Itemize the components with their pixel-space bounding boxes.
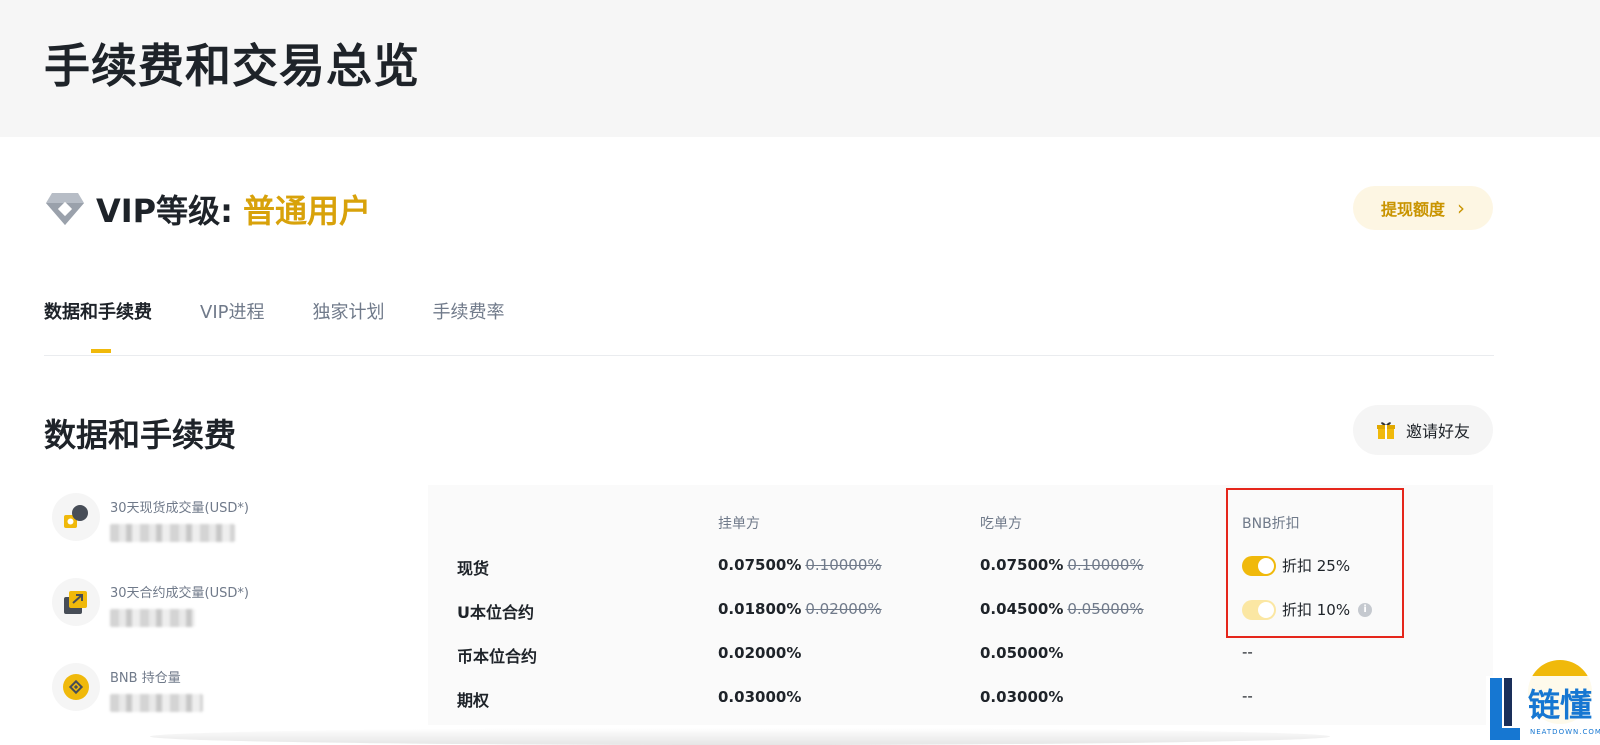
taker-rate: 0.04500% 0.05000%: [980, 600, 1144, 618]
bnb-icon: [52, 663, 100, 711]
maker-rate: 0.03000%: [718, 688, 802, 706]
current-rate: 0.01800%: [718, 600, 802, 618]
page-title: 手续费和交易总览: [44, 39, 420, 93]
vip-level-label: VIP等级:: [96, 192, 233, 230]
withdraw-limit-label: 提现额度: [1380, 200, 1445, 219]
watermark: 链懂 NEATDOWN.COM: [1486, 676, 1600, 745]
row-label-coinm-futures: 币本位合约: [457, 647, 538, 666]
bnb-discount-none: --: [1242, 643, 1253, 661]
hidden-value: [110, 524, 235, 542]
original-rate: 0.05000%: [1067, 600, 1144, 618]
hidden-value: [110, 694, 203, 712]
watermark-logo-icon: [1490, 678, 1520, 740]
original-rate: 0.10000%: [1067, 556, 1144, 574]
highlight-annotation-box: [1226, 488, 1404, 638]
page-header: 手续费和交易总览: [0, 0, 1600, 137]
stat-bnb-holdings: BNB 持仓量: [52, 663, 203, 712]
stat-futures-volume: 30天合约成交量(USD*): [52, 578, 249, 627]
withdraw-limit-button[interactable]: 提现额度 ›: [1353, 186, 1493, 230]
stat-label: 30天现货成交量(USD*): [110, 501, 249, 516]
row-label-usdm-futures: U本位合约: [457, 603, 534, 622]
current-rate: 0.04500%: [980, 600, 1064, 618]
tab-exclusive-programs[interactable]: 独家计划: [312, 298, 384, 324]
original-rate: 0.10000%: [805, 556, 882, 574]
bnb-discount-none: --: [1242, 687, 1253, 705]
active-tab-indicator: [91, 349, 111, 353]
diamond-icon: [46, 193, 84, 225]
vip-level-value: 普通用户: [242, 192, 371, 230]
maker-rate: 0.07500% 0.10000%: [718, 556, 882, 574]
invite-friends-button[interactable]: 邀请好友: [1353, 405, 1493, 455]
invite-friends-label: 邀请好友: [1405, 422, 1470, 441]
scroll-shadow: [150, 728, 1330, 745]
row-label-spot: 现货: [457, 559, 490, 578]
header-maker: 挂单方: [718, 516, 760, 532]
watermark-text: 链懂: [1528, 686, 1593, 724]
gift-icon: [1376, 422, 1395, 439]
taker-rate: 0.03000%: [980, 688, 1064, 706]
tab-bar: 数据和手续费 VIP进程 独家计划 手续费率: [44, 298, 552, 324]
taker-rate: 0.07500% 0.10000%: [980, 556, 1144, 574]
spot-volume-icon: [52, 493, 100, 541]
row-label-options: 期权: [457, 691, 490, 710]
tabs-divider: [44, 355, 1494, 356]
chevron-right-icon: ›: [1457, 196, 1465, 220]
original-rate: 0.02000%: [805, 600, 882, 618]
taker-rate: 0.05000%: [980, 644, 1064, 662]
stat-label: BNB 持仓量: [110, 671, 181, 686]
current-rate: 0.07500%: [718, 556, 802, 574]
current-rate: 0.07500%: [980, 556, 1064, 574]
header-taker: 吃单方: [980, 516, 1022, 532]
section-title: 数据和手续费: [44, 416, 237, 454]
futures-volume-icon: [52, 578, 100, 626]
watermark-subtext: NEATDOWN.COM: [1530, 728, 1600, 736]
hidden-value: [110, 609, 195, 627]
tab-data-and-fees[interactable]: 数据和手续费: [44, 298, 152, 324]
vip-level-row: VIP等级: 普通用户: [44, 186, 371, 232]
maker-rate: 0.02000%: [718, 644, 802, 662]
tab-fee-rates[interactable]: 手续费率: [432, 298, 504, 324]
stat-label: 30天合约成交量(USD*): [110, 586, 249, 601]
tab-vip-progress[interactable]: VIP进程: [200, 298, 264, 324]
stat-spot-volume: 30天现货成交量(USD*): [52, 493, 249, 542]
maker-rate: 0.01800% 0.02000%: [718, 600, 882, 618]
